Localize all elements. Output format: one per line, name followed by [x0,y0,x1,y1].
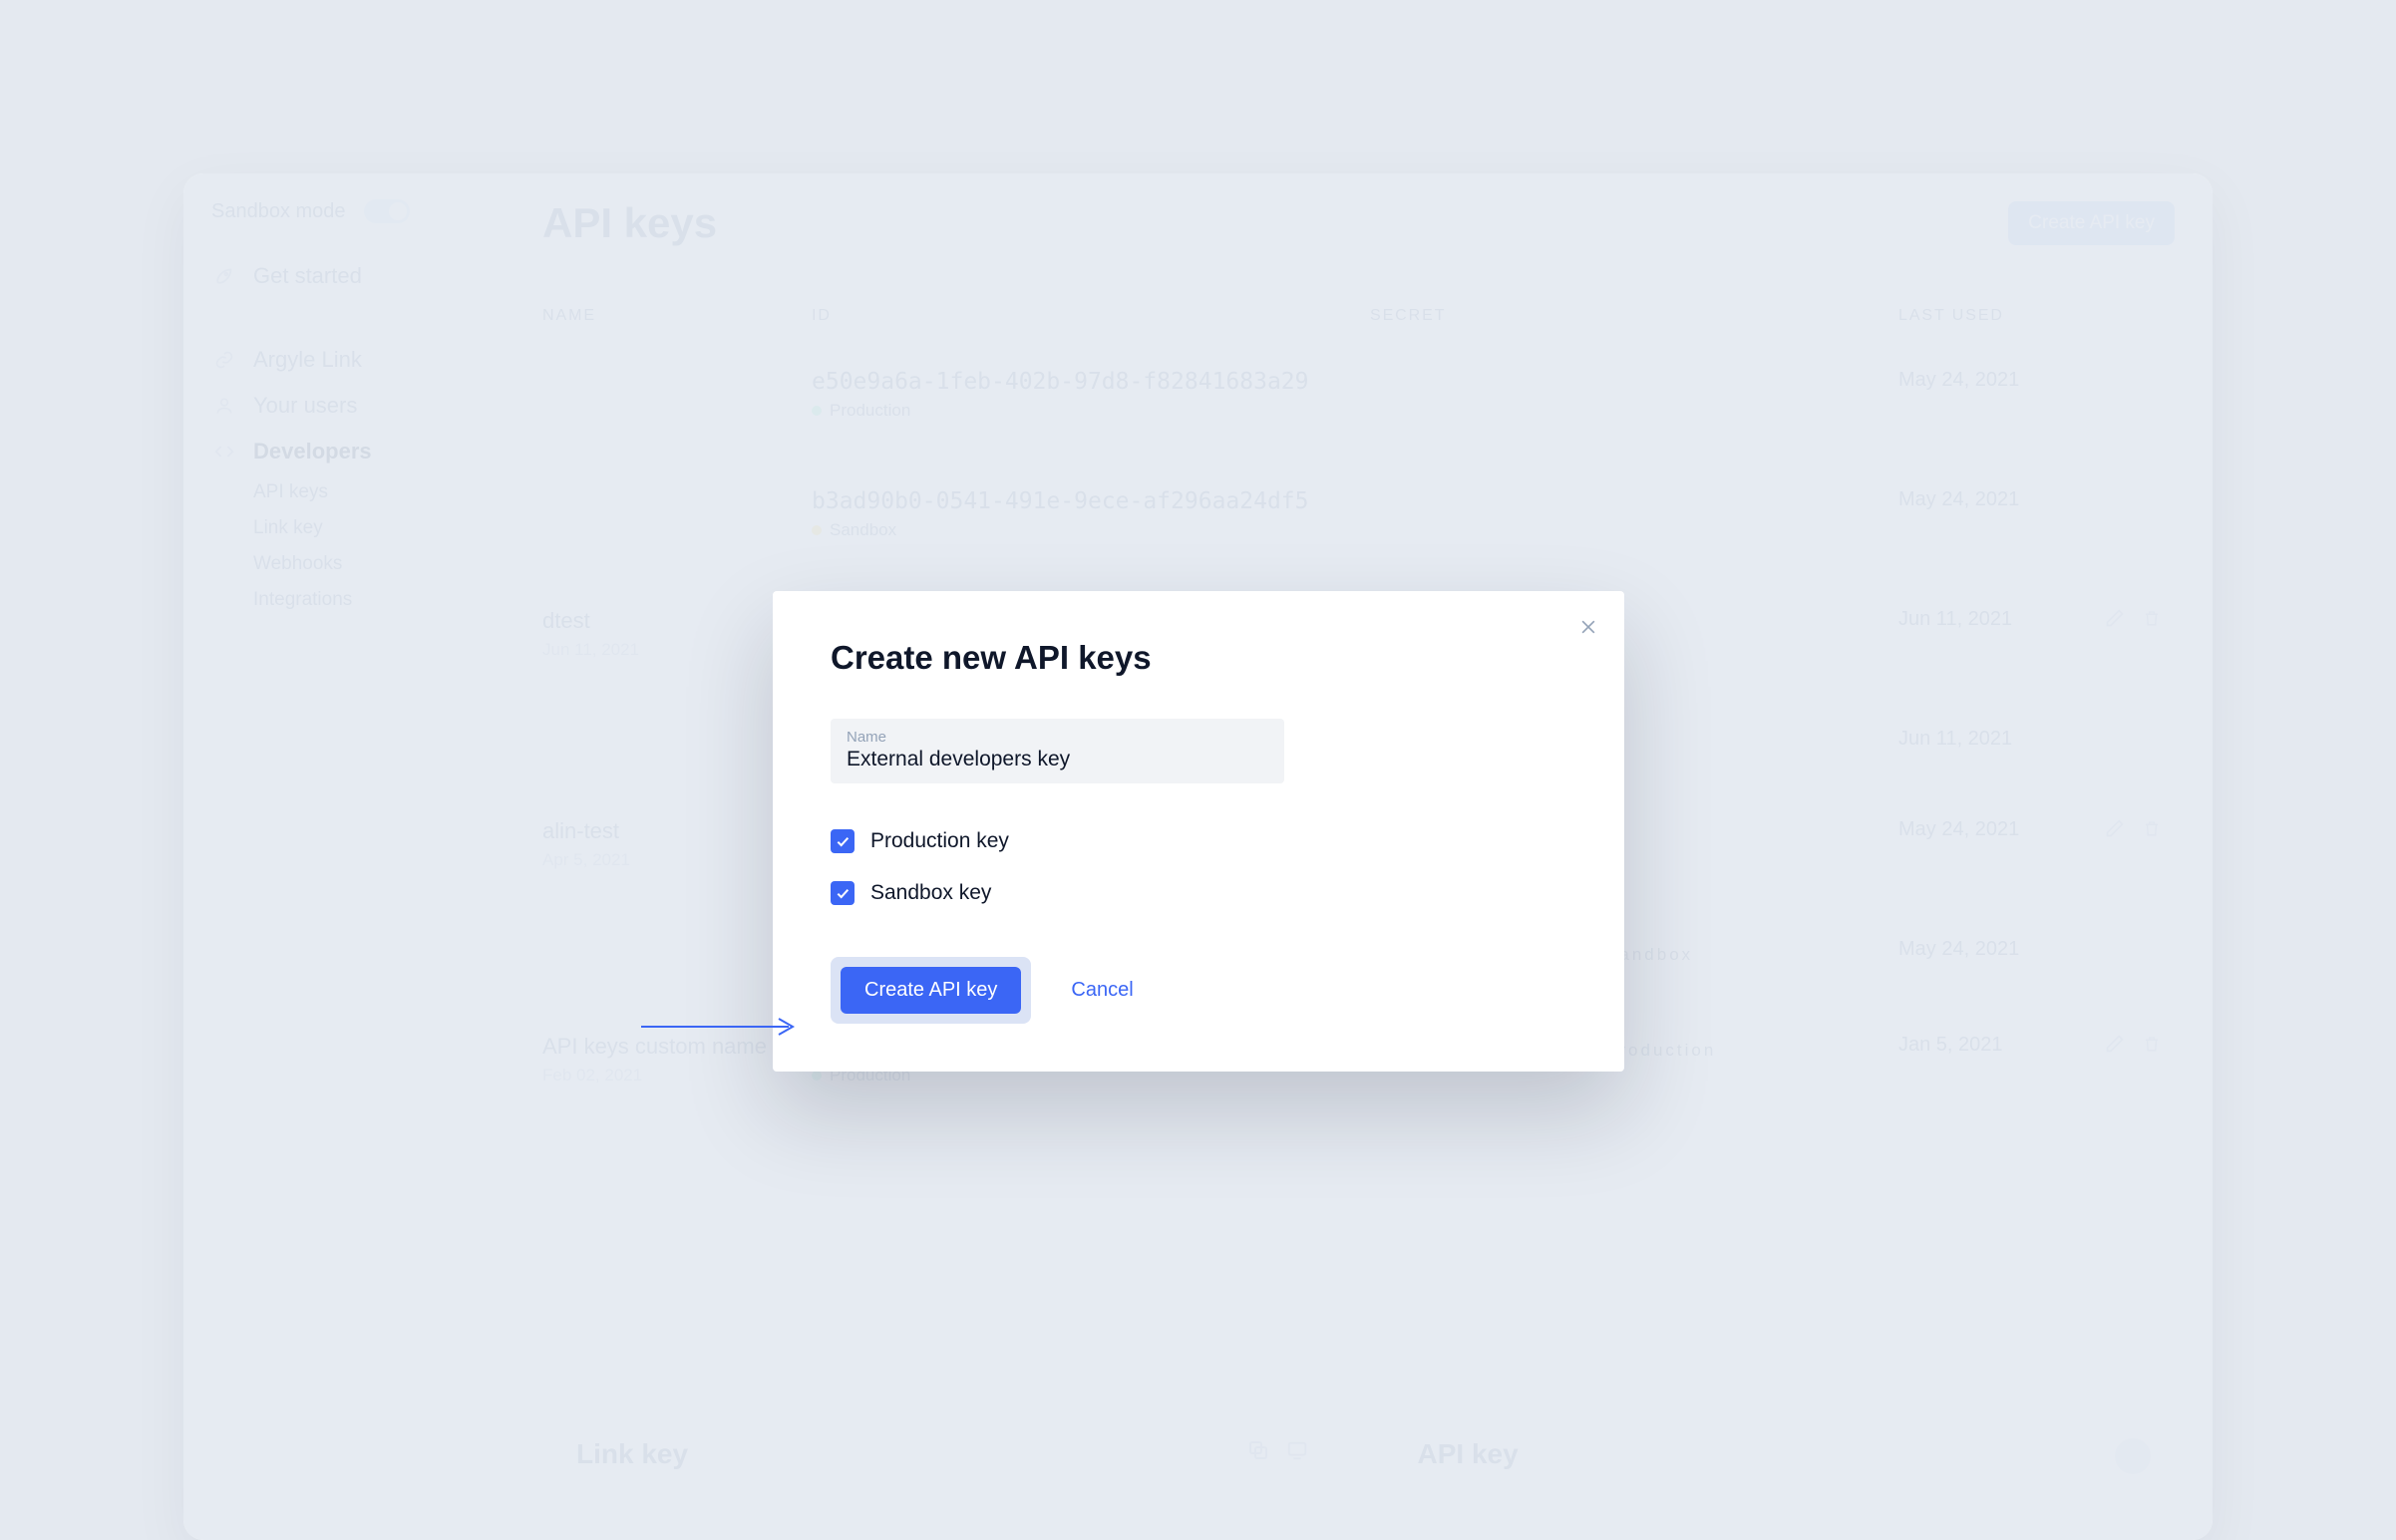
name-field[interactable]: Name [831,719,1284,783]
name-input[interactable] [847,748,1268,771]
close-icon[interactable] [1572,611,1604,643]
checkbox-label: Sandbox key [870,881,991,905]
dialog-title: Create new API keys [831,639,1566,677]
primary-button-focus-ring: Create API key [831,957,1031,1024]
create-api-key-submit-button[interactable]: Create API key [841,967,1021,1014]
create-api-keys-dialog: Create new API keys Name Production key … [773,591,1624,1072]
sandbox-key-checkbox-row[interactable]: Sandbox key [831,881,1566,905]
cancel-button[interactable]: Cancel [1071,979,1133,1002]
checkbox-checked-icon[interactable] [831,829,855,853]
name-label: Name [847,729,1268,746]
checkbox-checked-icon[interactable] [831,881,855,905]
production-key-checkbox-row[interactable]: Production key [831,829,1566,853]
checkbox-label: Production key [870,829,1009,853]
